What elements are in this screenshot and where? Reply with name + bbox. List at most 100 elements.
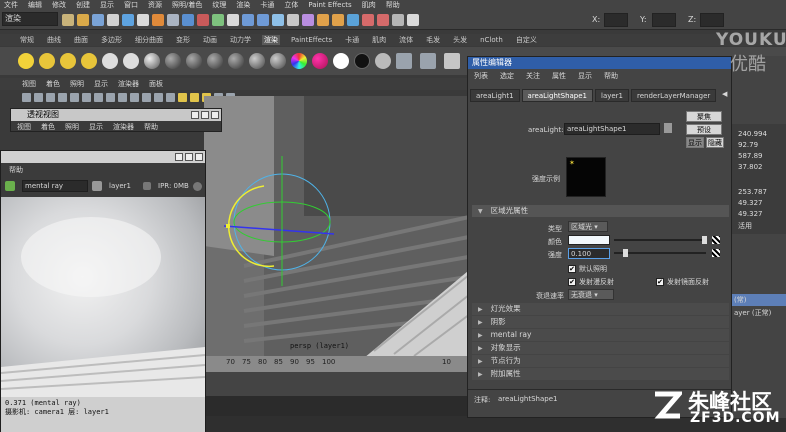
section-light-effects[interactable]: ▶ 灯光效果 xyxy=(472,303,729,315)
shelf-tab-3[interactable]: 多边形 xyxy=(99,35,124,45)
phong-shader-icon[interactable] xyxy=(207,53,223,69)
main-menu-item-10[interactable]: 卡通 xyxy=(260,0,274,10)
shelf-tab-6[interactable]: 动画 xyxy=(201,35,219,45)
main-menu-item-7[interactable]: 照明/着色 xyxy=(172,0,202,10)
channel-value[interactable]: 92.79 xyxy=(738,141,758,149)
renderer-dropdown[interactable]: mental ray xyxy=(22,180,88,192)
hide-button[interactable]: 隐藏 xyxy=(706,137,724,148)
perspective-menu-item-2[interactable]: 照明 xyxy=(65,122,79,132)
main-menu-item-13[interactable]: 肌肉 xyxy=(362,0,376,10)
viewport-menu-item-0[interactable]: 视图 xyxy=(22,79,36,89)
shelf-tab-4[interactable]: 细分曲面 xyxy=(133,35,165,45)
use-background-icon[interactable] xyxy=(354,53,370,69)
wireframe-icon[interactable] xyxy=(154,92,163,102)
channel-value[interactable]: 49.327 xyxy=(738,199,763,207)
color-slider-handle[interactable] xyxy=(702,236,707,244)
intensity-sample-swatch[interactable]: ✶ xyxy=(566,157,606,197)
shelf-tab-15[interactable]: nCloth xyxy=(478,36,505,44)
shelf-tab-13[interactable]: 毛发 xyxy=(424,35,442,45)
bookmark-icon[interactable] xyxy=(46,92,55,102)
snap-point-icon[interactable] xyxy=(272,14,284,26)
grid-icon[interactable] xyxy=(70,92,79,102)
illuminates-by-default-checkbox[interactable]: ✔ 默认照明 xyxy=(568,264,607,274)
clear-icon[interactable] xyxy=(407,14,419,26)
area-light-icon[interactable] xyxy=(102,53,118,69)
maximize-icon[interactable] xyxy=(201,111,209,119)
render-settings-icon[interactable] xyxy=(347,14,359,26)
ae-menu-item-3[interactable]: 属性 xyxy=(552,71,566,81)
phonge-shader-icon[interactable] xyxy=(228,53,244,69)
viewport-menu-item-5[interactable]: 面板 xyxy=(149,79,163,89)
main-menu-item-4[interactable]: 显示 xyxy=(100,0,114,10)
lambert-shader-icon[interactable] xyxy=(165,53,181,69)
mask-render-icon[interactable] xyxy=(227,14,239,26)
input-line-icon[interactable] xyxy=(392,14,404,26)
ipr-render-icon[interactable] xyxy=(332,14,344,26)
perspective-menu-item-4[interactable]: 渲染器 xyxy=(113,122,134,132)
render-view-help-menu[interactable]: 帮助 xyxy=(9,165,23,175)
perspective-menu-item-0[interactable]: 视图 xyxy=(17,122,31,132)
film-gate-icon[interactable] xyxy=(82,92,91,102)
ae-menu-item-2[interactable]: 关注 xyxy=(526,71,540,81)
main-menu-item-1[interactable]: 编辑 xyxy=(28,0,42,10)
render-frame-icon[interactable] xyxy=(317,14,329,26)
time-slider[interactable]: 70 75 80 85 90 95 100 10 xyxy=(204,356,474,372)
shelf-tab-14[interactable]: 头发 xyxy=(451,35,469,45)
close-icon[interactable] xyxy=(211,111,219,119)
channel-value[interactable]: 49.327 xyxy=(738,210,763,218)
surface-shader-icon[interactable] xyxy=(333,53,349,69)
ae-menu-item-1[interactable]: 选定 xyxy=(500,71,514,81)
light-type-dropdown[interactable]: 区域光 ▾ xyxy=(568,221,608,232)
image-plane-icon[interactable] xyxy=(58,92,67,102)
ae-tab-0[interactable]: areaLight1 xyxy=(470,89,520,102)
perspective-menu-item-1[interactable]: 着色 xyxy=(41,122,55,132)
emit-specular-checkbox[interactable]: ✔ 发射镜面反射 xyxy=(656,277,709,287)
viewport-menu-item-1[interactable]: 着色 xyxy=(46,79,60,89)
layered-shader-icon[interactable] xyxy=(270,53,286,69)
go-to-input-icon[interactable] xyxy=(664,123,672,133)
render-layer-label[interactable]: layer1 xyxy=(109,182,131,190)
shelf-tab-16[interactable]: 自定义 xyxy=(514,35,539,45)
layer-item[interactable]: ayer (正常) xyxy=(732,307,786,319)
lights-icon[interactable] xyxy=(190,92,199,102)
perspective-viewport[interactable] xyxy=(204,96,474,358)
section-shadows[interactable]: ▶ 阴影 xyxy=(472,316,729,328)
mask-surfaces-icon[interactable] xyxy=(182,14,194,26)
hypershade-icon[interactable] xyxy=(420,53,436,69)
open-scene-icon[interactable] xyxy=(77,14,89,26)
emit-diffuse-checkbox[interactable]: ✔ 发射漫反射 xyxy=(568,277,614,287)
snap-curve-icon[interactable] xyxy=(257,14,269,26)
textured-icon[interactable] xyxy=(178,92,187,102)
perspective-menu-item-5[interactable]: 帮助 xyxy=(144,122,158,132)
main-menu-item-3[interactable]: 创建 xyxy=(76,0,90,10)
mask-deform-icon[interactable] xyxy=(197,14,209,26)
z-field[interactable] xyxy=(700,13,724,27)
shelf-tab-8[interactable]: 渲染 xyxy=(262,35,280,45)
y-field[interactable] xyxy=(652,13,676,27)
main-menu-item-14[interactable]: 帮助 xyxy=(386,0,400,10)
render-globals-icon[interactable] xyxy=(444,53,460,69)
save-scene-icon[interactable] xyxy=(92,14,104,26)
minimize-icon[interactable] xyxy=(191,111,199,119)
mask-dynamics-icon[interactable] xyxy=(212,14,224,26)
shelf-tab-9[interactable]: PaintEffects xyxy=(289,36,334,44)
perspective-menu-item-3[interactable]: 显示 xyxy=(89,122,103,132)
shelf-tab-1[interactable]: 曲线 xyxy=(45,35,63,45)
safe-title-icon[interactable] xyxy=(142,92,151,102)
main-menu-item-9[interactable]: 渲染 xyxy=(236,0,250,10)
mask-icon[interactable] xyxy=(152,14,164,26)
gate-mask-icon[interactable] xyxy=(106,92,115,102)
map-button-icon[interactable] xyxy=(712,249,720,257)
main-menu-item-2[interactable]: 修改 xyxy=(52,0,66,10)
select-component-icon[interactable] xyxy=(137,14,149,26)
volume-light-icon[interactable] xyxy=(123,53,139,69)
render-icon[interactable] xyxy=(5,181,15,191)
focus-button[interactable]: 聚焦 xyxy=(686,111,722,122)
maximize-icon[interactable] xyxy=(185,153,193,161)
rendered-image[interactable] xyxy=(1,197,205,397)
ramp-shader-icon[interactable] xyxy=(291,53,307,69)
ae-menu-item-0[interactable]: 列表 xyxy=(474,71,488,81)
range-slider[interactable] xyxy=(204,372,474,396)
viewport-menu-item-3[interactable]: 显示 xyxy=(94,79,108,89)
section-node-behavior[interactable]: ▶ 节点行为 xyxy=(472,355,729,367)
